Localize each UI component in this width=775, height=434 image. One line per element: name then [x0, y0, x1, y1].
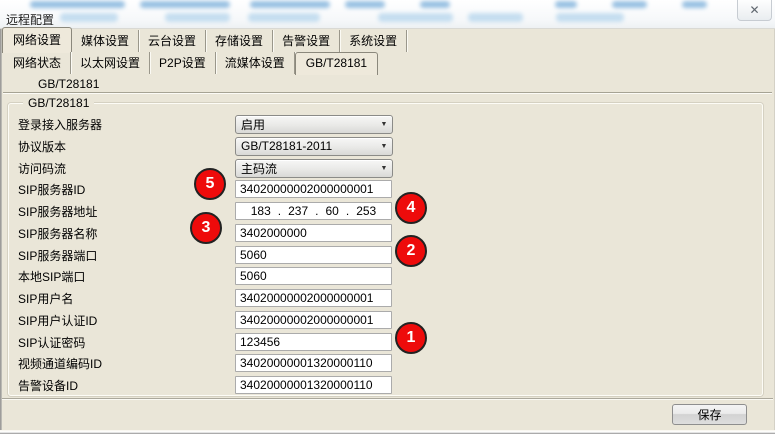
dropdown-value: 主码流: [236, 160, 376, 177]
dropdown-value: 启用: [236, 116, 376, 133]
tab-storage-settings[interactable]: 存储设置: [206, 30, 273, 52]
close-button[interactable]: ✕: [737, 0, 772, 21]
field-label: 本地SIP端口: [18, 268, 235, 285]
ip-dot: .: [315, 204, 318, 218]
callout-badge-1: 1: [395, 322, 427, 354]
ip-octet: 183: [251, 204, 271, 218]
title-bar: 远程配置 ✕: [0, 0, 775, 29]
form-row: SIP服务器端口: [18, 245, 618, 265]
field-label: SIP用户名: [18, 290, 235, 307]
form-row: 协议版本 GB/T28181-2011 ▼: [18, 136, 618, 156]
separator-line: [3, 92, 772, 94]
form-row: 本地SIP端口: [18, 266, 618, 286]
ip-octet: 60: [326, 204, 339, 218]
form-row: 访问码流 主码流 ▼: [18, 158, 618, 178]
sip-user-auth-id-input[interactable]: [235, 311, 392, 329]
tab-network-settings[interactable]: 网络设置: [2, 27, 72, 53]
tab-media-settings[interactable]: 媒体设置: [72, 30, 139, 52]
callout-badge-4: 4: [395, 192, 427, 224]
tab-network-status[interactable]: 网络状态: [4, 52, 71, 74]
sip-auth-password-input[interactable]: [235, 333, 392, 351]
field-label: SIP用户认证ID: [18, 312, 235, 329]
local-sip-port-input[interactable]: [235, 267, 392, 285]
remote-config-dialog: 远程配置 ✕ 网络设置 媒体设置 云台设置 存储设置 告警设置 系统设置 网络状…: [0, 0, 775, 434]
main-tab-bar: 网络设置 媒体设置 云台设置 存储设置 告警设置 系统设置: [2, 30, 407, 53]
tab-streaming-media-settings[interactable]: 流媒体设置: [216, 52, 295, 74]
ip-octet: 253: [356, 204, 376, 218]
alarm-device-id-input[interactable]: [235, 376, 392, 394]
form-row: SIP服务器地址 183 . 237 . 60 . 253: [18, 201, 618, 221]
blur-artifact: [248, 13, 320, 22]
form-row: 视频通道编码ID: [18, 353, 618, 373]
callout-badge-2: 2: [395, 235, 427, 267]
field-label: 视频通道编码ID: [18, 355, 235, 372]
chevron-down-icon: ▼: [376, 121, 392, 128]
field-label: 登录接入服务器: [18, 116, 235, 133]
window-border-bottom: [0, 430, 775, 434]
blur-artifact: [250, 1, 330, 8]
blur-artifact: [140, 1, 230, 8]
blur-artifact: [555, 1, 577, 8]
login-access-server-dropdown[interactable]: 启用 ▼: [235, 115, 393, 134]
form-row: 登录接入服务器 启用 ▼: [18, 114, 618, 134]
field-label: 协议版本: [18, 138, 235, 155]
chevron-down-icon: ▼: [376, 165, 392, 172]
form-row: SIP服务器ID: [18, 179, 618, 199]
form-row: 告警设备ID: [18, 375, 618, 395]
field-label: 告警设备ID: [18, 377, 235, 394]
blur-artifact: [468, 13, 523, 22]
blur-artifact: [30, 1, 125, 8]
field-label: SIP认证密码: [18, 334, 235, 351]
form-row: SIP认证密码: [18, 332, 618, 352]
dropdown-value: GB/T28181-2011: [236, 139, 376, 153]
tab-p2p-settings[interactable]: P2P设置: [150, 52, 216, 74]
sip-username-input[interactable]: [235, 289, 392, 307]
window-border-left: [0, 29, 2, 434]
sip-server-address-ip-input[interactable]: 183 . 237 . 60 . 253: [235, 202, 392, 220]
network-sub-tab-bar: 网络状态 以太网设置 P2P设置 流媒体设置 GB/T28181: [4, 53, 378, 75]
callout-badge-3: 3: [190, 212, 222, 244]
blur-artifact: [682, 1, 707, 8]
access-stream-dropdown[interactable]: 主码流 ▼: [235, 159, 393, 178]
callout-badge-5: 5: [194, 168, 226, 200]
window-title: 远程配置: [6, 11, 54, 28]
tab-ptz-settings[interactable]: 云台设置: [139, 30, 206, 52]
sip-server-id-input[interactable]: [235, 180, 392, 198]
video-channel-encoding-id-input[interactable]: [235, 354, 392, 372]
ip-octet: 237: [288, 204, 308, 218]
close-icon: ✕: [749, 3, 759, 17]
blur-artifact: [378, 13, 453, 22]
ip-dot: .: [346, 204, 349, 218]
blur-artifact: [345, 1, 385, 8]
sip-server-port-input[interactable]: [235, 246, 392, 264]
tab-system-settings[interactable]: 系统设置: [340, 30, 407, 52]
blur-artifact: [420, 1, 450, 8]
sip-server-name-input[interactable]: [235, 224, 392, 242]
tab-alarm-settings[interactable]: 告警设置: [273, 30, 340, 52]
save-button[interactable]: 保存: [672, 404, 747, 425]
groupbox-title: GB/T28181: [23, 96, 94, 110]
form-row: SIP用户认证ID: [18, 310, 618, 330]
separator-line: [2, 398, 773, 400]
blur-artifact: [60, 13, 118, 22]
subtab-gbt28181[interactable]: GB/T28181: [38, 77, 99, 91]
ip-dot: .: [278, 204, 281, 218]
chevron-down-icon: ▼: [376, 143, 392, 150]
blur-artifact: [556, 13, 624, 22]
blur-artifact: [612, 1, 647, 8]
form-row: SIP服务器名称: [18, 223, 618, 243]
tab-gbt28181[interactable]: GB/T28181: [295, 52, 378, 75]
field-label: SIP服务器端口: [18, 247, 235, 264]
protocol-version-dropdown[interactable]: GB/T28181-2011 ▼: [235, 137, 393, 156]
tab-ethernet-settings[interactable]: 以太网设置: [71, 52, 150, 74]
form-row: SIP用户名: [18, 288, 618, 308]
blur-artifact: [165, 13, 230, 22]
